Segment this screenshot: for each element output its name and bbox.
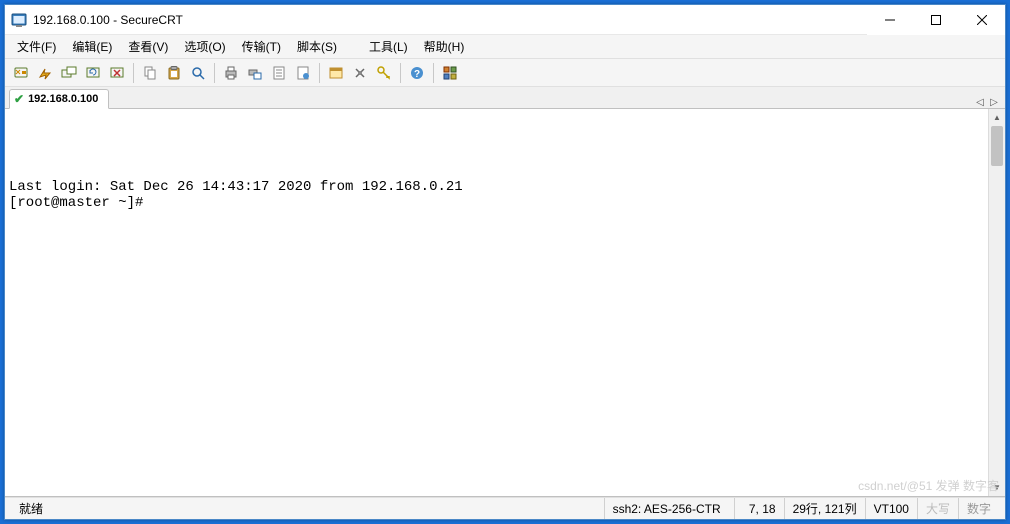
disconnect-icon[interactable] (106, 62, 128, 84)
tab-prev-icon[interactable]: ◁ (973, 97, 987, 108)
menu-help[interactable]: 帮助(H) (416, 35, 473, 58)
menu-file[interactable]: 文件(F) (9, 35, 64, 58)
maximize-button[interactable] (913, 5, 959, 35)
menu-transfer[interactable]: 传输(T) (234, 35, 289, 58)
reconnect-icon[interactable] (82, 62, 104, 84)
status-cursor: 7, 18 (735, 498, 785, 519)
close-button[interactable] (959, 5, 1005, 35)
paste-icon[interactable] (163, 62, 185, 84)
statusbar: 就绪 ssh2: AES-256-CTR 7, 18 29行, 121列 VT1… (5, 497, 1005, 519)
menu-edit[interactable]: 编辑(E) (64, 35, 120, 58)
terminal-line: Last login: Sat Dec 26 14:43:17 2020 fro… (9, 179, 463, 195)
copy-icon[interactable] (139, 62, 161, 84)
vertical-scrollbar[interactable]: ▲ ▼ (988, 109, 1005, 496)
connect-icon[interactable] (10, 62, 32, 84)
key-icon[interactable] (373, 62, 395, 84)
terminal[interactable]: Last login: Sat Dec 26 14:43:17 2020 fro… (5, 109, 988, 496)
status-term: VT100 (866, 498, 918, 519)
svg-text:?: ? (414, 69, 420, 80)
session-options-icon[interactable] (325, 62, 347, 84)
status-ready: 就绪 (11, 498, 605, 519)
session-tab[interactable]: ✔ 192.168.0.100 (9, 89, 109, 109)
menu-tools[interactable]: 工具(L) (361, 35, 416, 58)
menu-options[interactable]: 选项(O) (176, 35, 233, 58)
scroll-down-icon[interactable]: ▼ (989, 479, 1005, 496)
titlebar: 192.168.0.100 - SecureCRT (5, 5, 1005, 35)
tab-next-icon[interactable]: ▷ (987, 97, 1001, 108)
status-cipher: ssh2: AES-256-CTR (605, 498, 735, 519)
connected-check-icon: ✔ (14, 92, 24, 106)
scroll-up-icon[interactable]: ▲ (989, 109, 1005, 126)
terminal-prompt: [root@master ~]# (9, 195, 143, 211)
tile-icon[interactable] (439, 62, 461, 84)
minimize-button[interactable] (867, 5, 913, 35)
window-title: 192.168.0.100 - SecureCRT (33, 13, 183, 27)
tab-label: 192.168.0.100 (28, 93, 98, 105)
quick-connect-icon[interactable] (34, 62, 56, 84)
find-icon[interactable] (187, 62, 209, 84)
menubar: 文件(F) 编辑(E) 查看(V) 选项(O) 传输(T) 脚本(S) 工具(L… (5, 35, 1005, 59)
status-size: 29行, 121列 (785, 498, 866, 519)
menu-script[interactable]: 脚本(S) (289, 35, 345, 58)
status-num: 数字 (959, 498, 999, 519)
app-window: 192.168.0.100 - SecureCRT 文件(F) 编辑(E) 查看… (4, 4, 1006, 520)
print-icon[interactable] (220, 62, 242, 84)
connect-tab-icon[interactable] (58, 62, 80, 84)
properties-icon[interactable] (268, 62, 290, 84)
print-screen-icon[interactable] (244, 62, 266, 84)
log-icon[interactable] (292, 62, 314, 84)
help-icon[interactable]: ? (406, 62, 428, 84)
scroll-thumb[interactable] (991, 126, 1003, 166)
status-caps: 大写 (918, 498, 959, 519)
menu-view[interactable]: 查看(V) (120, 35, 176, 58)
tabstrip: ✔ 192.168.0.100 ◁ ▷ (5, 87, 1005, 109)
app-icon (11, 12, 27, 28)
terminal-area: Last login: Sat Dec 26 14:43:17 2020 fro… (5, 109, 1005, 497)
toolbar: ? (5, 59, 1005, 87)
global-options-icon[interactable] (349, 62, 371, 84)
